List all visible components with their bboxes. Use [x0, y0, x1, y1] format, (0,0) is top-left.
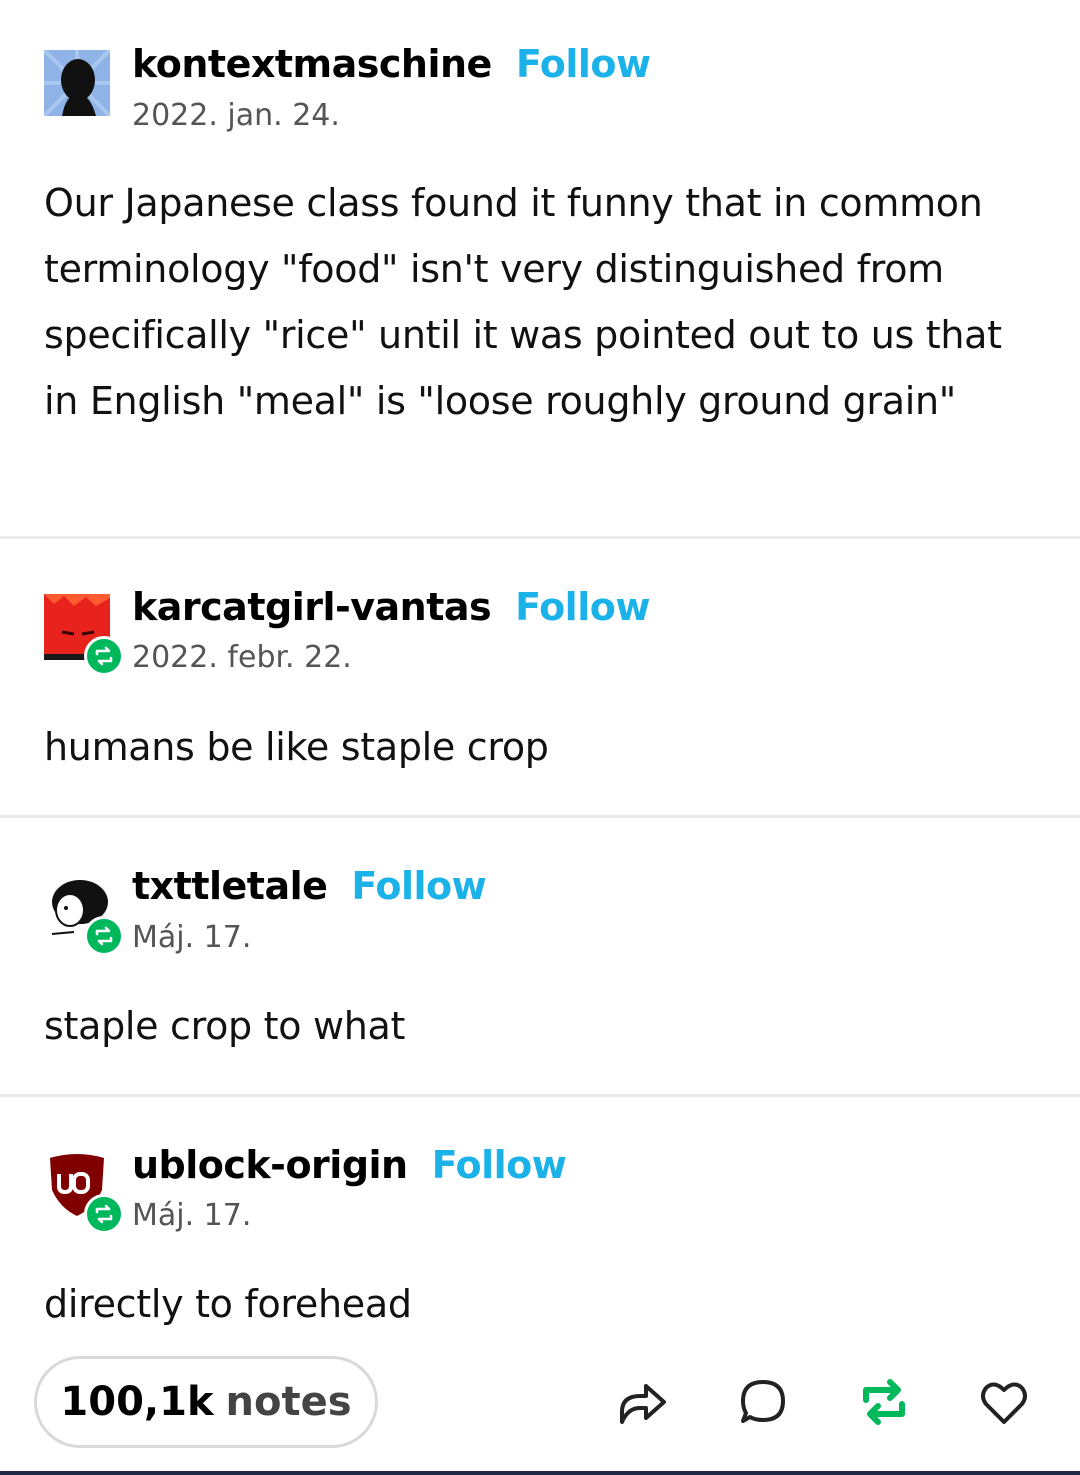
username[interactable]: txttletale [132, 864, 328, 908]
post-header: txttletale Follow [132, 862, 487, 910]
username[interactable]: karcatgirl-vantas [132, 585, 492, 629]
post-text: humans be like staple crop [44, 725, 549, 769]
divider [0, 815, 1080, 818]
reblog-badge-icon [84, 1194, 124, 1234]
follow-button[interactable]: Follow [432, 1143, 567, 1187]
post-header: karcatgirl-vantas Follow [132, 583, 650, 631]
post-date: 2022. jan. 24. [132, 98, 340, 133]
post-date: 2022. febr. 22. [132, 640, 352, 675]
post-date: Máj. 17. [132, 1198, 252, 1233]
post-date: Máj. 17. [132, 920, 252, 955]
notes-button[interactable]: 100,1k notes [34, 1356, 378, 1448]
post-header: ublock-origin Follow [132, 1141, 567, 1189]
post-text: Our Japanese class found it funny that i… [44, 181, 1002, 423]
reblog-badge-icon [84, 636, 124, 676]
comment-icon[interactable] [735, 1374, 791, 1430]
notes-count: 100,1k [60, 1379, 214, 1425]
username[interactable]: ublock-origin [132, 1143, 408, 1187]
bottom-edge [0, 1471, 1080, 1475]
divider [0, 536, 1080, 539]
follow-button[interactable]: Follow [516, 42, 651, 86]
username[interactable]: kontextmaschine [132, 42, 492, 86]
post-text: directly to forehead [44, 1282, 412, 1326]
like-heart-icon[interactable] [976, 1374, 1032, 1430]
post-header: kontextmaschine Follow [132, 40, 651, 88]
notes-label: notes [225, 1379, 352, 1425]
reblog-icon[interactable] [856, 1374, 912, 1430]
divider [0, 1094, 1080, 1097]
avatar[interactable] [44, 50, 110, 116]
follow-button[interactable]: Follow [351, 864, 486, 908]
reblog-badge-icon [84, 916, 124, 956]
share-icon[interactable] [614, 1374, 670, 1430]
follow-button[interactable]: Follow [515, 585, 650, 629]
post-text: staple crop to what [44, 1004, 406, 1048]
